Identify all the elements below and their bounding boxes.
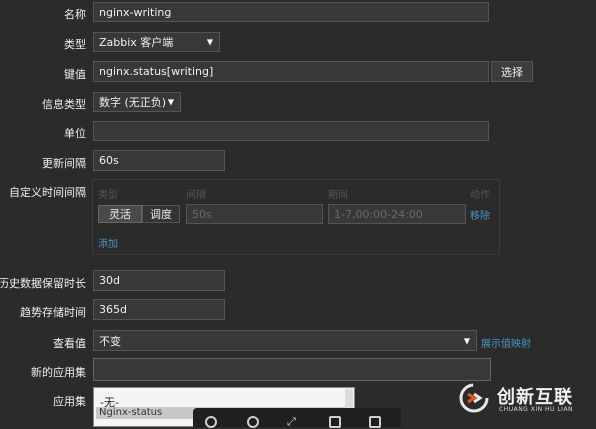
key-label: 键值 — [64, 68, 86, 81]
custom-intervals-label: 自定义时间间隔 — [9, 186, 86, 199]
zoom-out-icon[interactable] — [205, 416, 217, 428]
new-app-input[interactable] — [93, 358, 491, 381]
unit-input[interactable] — [93, 121, 489, 141]
chevron-down-icon: ▼ — [463, 336, 470, 345]
type-select[interactable]: Zabbix 客户端 ▼ — [93, 32, 220, 52]
info-type-select[interactable]: 数字 (无正负) ▼ — [93, 92, 181, 112]
name-label: 名称 — [64, 8, 86, 21]
rotate-icon[interactable] — [369, 416, 381, 428]
brand-name-en: CHUANG XIN HU LIAN — [499, 406, 574, 413]
update-interval-value: 60s — [99, 154, 119, 167]
chevron-down-icon: ▼ — [206, 37, 213, 47]
segment-scheduling[interactable]: 调度 — [142, 205, 180, 223]
remove-link[interactable]: 移除 — [470, 207, 490, 222]
key-select-button[interactable]: 选择 — [491, 61, 533, 82]
interval-placeholder: 50s — [192, 207, 212, 221]
show-value-label: 查看值 — [53, 337, 86, 350]
value-mapping-link[interactable]: 展示值映射 — [481, 335, 531, 350]
history-value: 30d — [99, 274, 120, 287]
col-header-action: 动作 — [470, 190, 490, 201]
floating-toolbar: ⤢ — [193, 408, 401, 428]
history-input[interactable]: 30d — [93, 270, 225, 291]
trends-input[interactable]: 365d — [93, 299, 225, 320]
type-select-value: Zabbix 客户端 — [99, 36, 174, 49]
update-interval-input[interactable]: 60s — [93, 150, 225, 171]
segment-flexible[interactable]: 灵活 — [98, 205, 142, 223]
name-input-value: nginx-writing — [99, 5, 172, 19]
history-label: 历史数据保留时长 — [0, 277, 86, 290]
col-header-period: 期间 — [328, 190, 348, 201]
key-input-value: nginx.status[writing] — [99, 65, 214, 78]
update-interval-label: 更新间隔 — [42, 157, 86, 170]
chevron-down-icon: ▼ — [167, 97, 174, 107]
show-value-select[interactable]: 不变 ▼ — [93, 330, 477, 351]
interval-input[interactable]: 50s — [186, 204, 323, 224]
add-link[interactable]: 添加 — [98, 235, 118, 250]
zoom-in-icon[interactable] — [247, 416, 259, 428]
period-input[interactable]: 1-7,00:00-24:00 — [328, 204, 466, 224]
col-header-interval: 间隔 — [186, 190, 206, 201]
new-app-label: 新的应用集 — [31, 366, 86, 379]
show-value-select-value: 不变 — [99, 334, 121, 348]
col-header-type: 类型 — [98, 190, 118, 201]
brand-logo-icon — [459, 383, 489, 413]
trends-value: 365d — [99, 303, 127, 316]
trends-label: 趋势存储时间 — [20, 306, 86, 319]
period-placeholder: 1-7,00:00-24:00 — [334, 207, 423, 221]
crop-icon[interactable] — [329, 416, 341, 428]
name-input[interactable]: nginx-writing — [93, 2, 489, 22]
unit-label: 单位 — [64, 127, 86, 140]
apps-label: 应用集 — [53, 395, 86, 408]
brand-logo — [459, 383, 489, 413]
type-label: 类型 — [64, 38, 86, 51]
info-type-select-value: 数字 (无正负) — [99, 96, 167, 109]
key-input[interactable]: nginx.status[writing] — [93, 61, 489, 82]
info-type-label: 信息类型 — [42, 98, 86, 111]
